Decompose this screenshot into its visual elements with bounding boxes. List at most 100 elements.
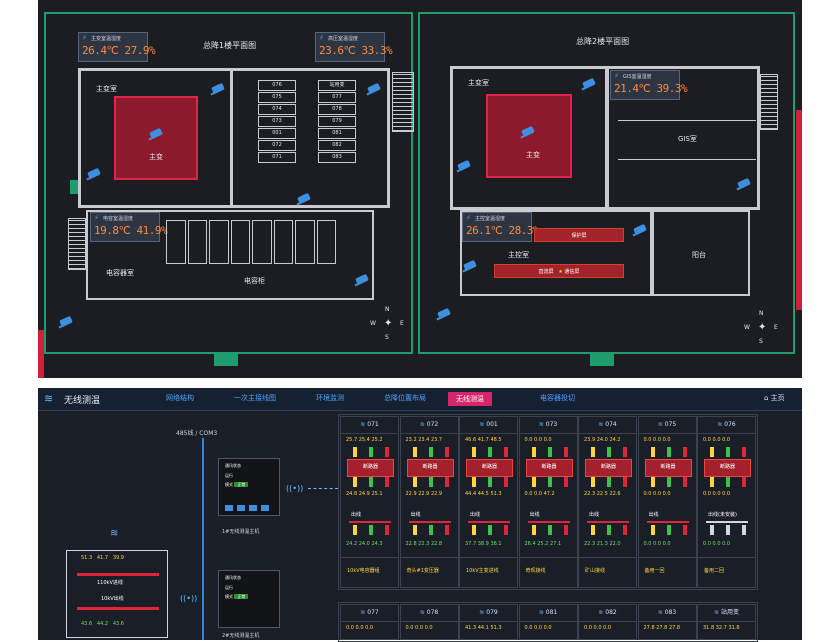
sensor-capacitor-room[interactable]: ⚡ 电容室温湿度 19.8℃ 41.9% — [90, 212, 168, 242]
divider — [579, 557, 636, 558]
phase-marker — [742, 525, 746, 535]
outlet-label: 出线 — [589, 512, 600, 518]
cabinet[interactable]: 076 — [258, 80, 296, 91]
cabinet[interactable]: 073 — [258, 116, 296, 127]
phase-marker — [369, 525, 373, 535]
breaker[interactable]: 断路器 — [585, 459, 632, 477]
cabinet[interactable]: 078 — [318, 104, 356, 115]
node-column[interactable]: ≋ 082 0.0 0.0 0.0 — [578, 604, 637, 640]
cabinet[interactable]: 082 — [318, 140, 356, 151]
node-column[interactable]: ≋ 072 23.2 23.4 23.7 断路器 22.9 22.9 22.9 出线 22… — [399, 416, 459, 588]
temp-values: 46.6 41.7 48.5 — [465, 437, 502, 443]
cabinet[interactable]: 072 — [258, 140, 296, 151]
sensor-control-room[interactable]: ⚡ 主控室温湿度 26.1℃ 28.3% — [462, 212, 540, 242]
node-column[interactable]: ≋ 071 25.7 25.4 25.2 断路器 24.8 24.9 25.1 出线 24… — [340, 416, 399, 588]
tab-capacitor[interactable]: 电容器投切 — [540, 393, 575, 403]
wifi-icon: ≋ — [717, 421, 723, 428]
bus-bar — [646, 521, 689, 523]
sensor-main-transformer-room[interactable]: ⚡ 主变室温湿度 26.4℃ 27.9% — [78, 32, 156, 62]
temp-values: 0.0 0.0 0.0 — [524, 437, 552, 443]
breaker[interactable]: 断路器 — [347, 459, 394, 477]
phase-marker — [531, 447, 536, 457]
phase-marker — [607, 525, 611, 535]
bolt-icon: ⚡ — [82, 34, 87, 42]
cabinet[interactable]: 083 — [318, 152, 356, 163]
phase-marker — [650, 477, 655, 487]
compass-icon: N S W E ✦ — [744, 310, 778, 345]
phase-marker — [472, 447, 476, 457]
node-header: ≋ 079 — [460, 605, 517, 622]
room-label: 主控室 — [508, 251, 529, 259]
breaker[interactable]: 断路器 — [525, 459, 573, 477]
wifi-icon: ≋ — [598, 609, 604, 616]
divider — [698, 557, 755, 558]
phase-marker — [504, 477, 508, 487]
cabinet[interactable]: 081 — [318, 128, 356, 139]
breaker[interactable]: 断路器 — [704, 459, 751, 477]
tab-environment[interactable]: 环境监测 — [316, 393, 344, 403]
breaker[interactable]: 断路器 — [466, 459, 513, 477]
bus-bar — [349, 521, 391, 523]
room-label: GIS室 — [678, 135, 697, 143]
phase-marker — [531, 525, 536, 535]
node-column[interactable]: ≋ 083 27.8 27.8 27.8 — [637, 604, 697, 640]
breaker[interactable]: 断路器 — [644, 459, 692, 477]
node-column[interactable]: ≋ 081 0.0 0.0 0.0 — [518, 604, 578, 640]
temp-values: 0.0 0.0 0.0 — [703, 541, 731, 547]
dc-comm-screen[interactable]: 直流屏 ★ 通信屏 — [494, 264, 624, 278]
phase-marker — [623, 447, 627, 457]
phase-marker — [444, 477, 449, 487]
protection-screen[interactable]: 保护屏 — [534, 228, 624, 242]
node-column[interactable]: ≋ 076 0.0 0.0 0.0 断路器 0.0 0.0 0.0 出线(未安装) 0.0… — [697, 416, 756, 588]
tab-layout[interactable]: 总降位置布局 — [384, 393, 426, 403]
cabinet[interactable]: 075 — [258, 92, 296, 103]
phase-marker — [488, 477, 492, 487]
node-column[interactable]: ≋ 站用变 31.8 32.7 31.8 — [697, 604, 756, 640]
temp-values: 0.0 0.0 0.0 — [584, 625, 612, 631]
node-column[interactable]: ≋ 079 41.3 44.1 51.3 — [459, 604, 518, 640]
phase-marker — [504, 525, 508, 535]
home-button[interactable]: ⌂ 主页 — [764, 393, 785, 403]
node-column[interactable]: ≋ 073 0.0 0.0 0.0 断路器 0.0 0.0 47.2 出线 26.4 25… — [518, 416, 578, 588]
node-column[interactable]: ≋ 075 0.0 0.0 0.0 断路器 0.0 0.0 0.0 出线 0.0 0.0 … — [637, 416, 697, 588]
phase-marker — [591, 447, 595, 457]
phase-marker — [563, 477, 568, 487]
divider — [460, 557, 517, 558]
breaker[interactable]: 断路器 — [406, 459, 454, 477]
sensor-high-voltage-room[interactable]: ⚡ 高压室温湿度 23.6℃ 33.3% — [315, 32, 393, 62]
room-label: 电容柜 — [244, 277, 265, 285]
node-footer-label: 矿山接线 — [585, 568, 606, 574]
phase-marker — [726, 477, 730, 487]
wifi-icon: ≋ — [110, 528, 119, 539]
cabinet[interactable]: 077 — [318, 92, 356, 103]
node-column[interactable]: ≋ 001 46.6 41.7 48.5 断路器 44.4 44.5 51.3 出线 37… — [459, 416, 518, 588]
temp-values: 0.0 0.0 0.0 — [524, 625, 552, 631]
node-column[interactable]: ≋ 078 0.0 0.0 0.0 — [399, 604, 459, 640]
phase-marker — [385, 525, 389, 535]
incoming-line-box[interactable]: 51.3 41.7 39.9 110kV进线 10kV出线 43.6 44.2 … — [66, 550, 168, 638]
cabinet[interactable]: 071 — [258, 152, 296, 163]
phase-marker — [607, 447, 611, 457]
cabinet[interactable]: 074 — [258, 104, 296, 115]
node-column[interactable]: ≋ 074 23.9 24.0 24.2 断路器 22.3 22.5 22.6 出线 22… — [578, 416, 637, 588]
cabinet[interactable]: 站用变 — [318, 80, 356, 91]
page-title: 无线测温 — [64, 396, 101, 406]
tab-wireless-temp[interactable]: 无线测温 — [448, 392, 492, 406]
host-device-1[interactable]: 通讯状态 运行 模式 正常 — [218, 458, 280, 516]
tab-network[interactable]: 网络结构 — [166, 393, 194, 403]
node-header: ≋ 072 — [400, 417, 458, 434]
sensor-gis-room[interactable]: ⚡ GIS室温湿度 21.4℃ 39.3% — [610, 70, 688, 100]
transformer-zone-2[interactable] — [486, 94, 572, 178]
tab-wiring[interactable]: 一次主接线图 — [234, 393, 276, 403]
host-device-2[interactable]: 通讯状态 运行 模式 正常 — [218, 570, 280, 628]
phase-marker — [726, 447, 730, 457]
transformer-zone[interactable] — [114, 96, 198, 180]
cabinet[interactable]: 079 — [318, 116, 356, 127]
wifi-icon: ≋ — [44, 392, 54, 405]
phase-marker — [472, 477, 476, 487]
node-header: ≋ 074 — [579, 417, 636, 434]
node-column[interactable]: ≋ 077 0.0 0.0 0.0 — [340, 604, 399, 640]
capacitor-bank — [166, 220, 336, 264]
temp-values: 22.3 22.5 22.6 — [584, 491, 621, 497]
cabinet[interactable]: 001 — [258, 128, 296, 139]
